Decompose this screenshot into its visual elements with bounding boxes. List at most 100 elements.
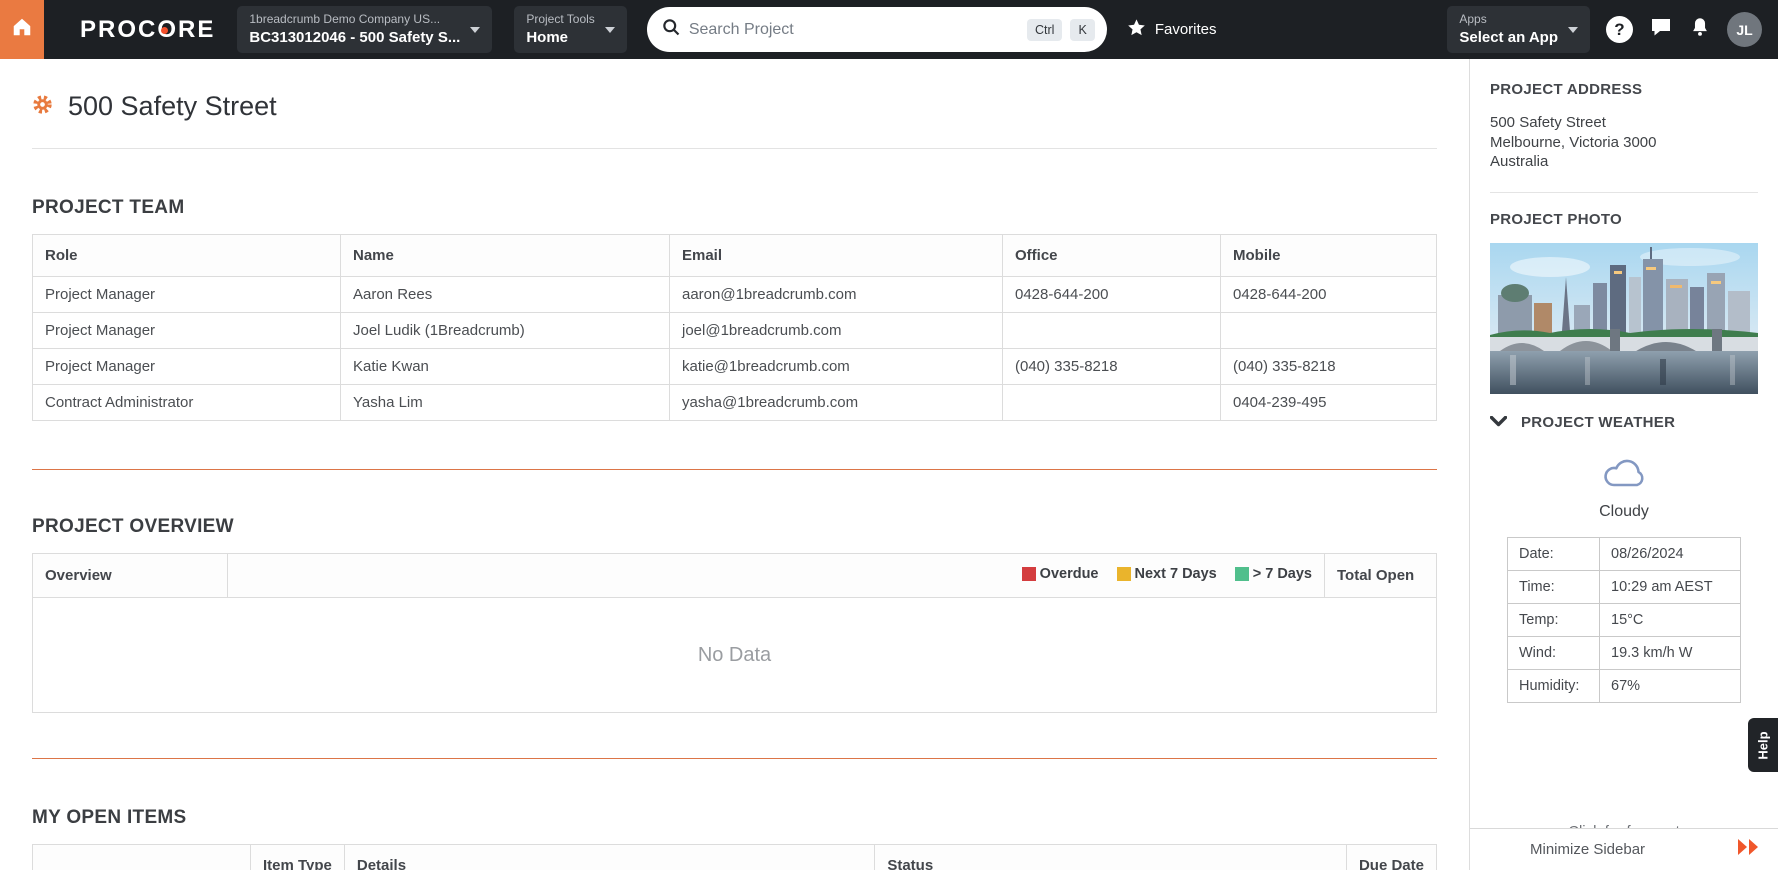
cell-name: Yasha Lim [340, 384, 670, 421]
company-name: 1breadcrumb Demo Company US... [249, 11, 441, 26]
minimize-sidebar-label: Minimize Sidebar [1530, 841, 1646, 858]
messages-button[interactable] [1649, 15, 1673, 44]
gear-icon[interactable] [32, 94, 53, 120]
main-column: 500 Safety Street PROJECT TEAM Role Name… [0, 59, 1469, 870]
search-bar: Ctrl K [646, 7, 1107, 52]
home-button[interactable] [0, 0, 44, 59]
bell-icon [1689, 16, 1711, 43]
weather-row: Time: 10:29 am AEST [1507, 569, 1741, 604]
cell-role: Project Manager [32, 276, 341, 313]
cell-email: joel@1breadcrumb.com [669, 312, 1003, 349]
cell-email: katie@1breadcrumb.com [669, 348, 1003, 385]
sidebar-divider [1490, 191, 1758, 193]
column-office: Office [1002, 234, 1221, 277]
my-open-items-heading: MY OPEN ITEMS [32, 807, 187, 828]
address-line: 500 Safety Street [1490, 114, 1606, 131]
search-icon [661, 17, 681, 42]
weather-label: Temp: [1507, 602, 1600, 637]
k-key-badge: K [1070, 18, 1095, 41]
cell-mobile: (040) 335-8218 [1220, 348, 1437, 385]
legend-item-overdue: Overdue [1021, 566, 1099, 582]
page-title-row: 500 Safety Street [32, 91, 1437, 122]
table-row: No Data [32, 597, 1437, 713]
table-row: Project Manager Aaron Rees aaron@1breadc… [32, 276, 1437, 313]
cell-name: Katie Kwan [340, 348, 670, 385]
chevron-down-icon [1568, 26, 1578, 33]
column-mobile: Mobile [1220, 234, 1437, 277]
project-photo-heading: PROJECT PHOTO [1490, 210, 1622, 228]
cell-role: Contract Administrator [32, 384, 341, 421]
column-overview: Overview [32, 553, 228, 598]
help-button[interactable]: ? [1606, 16, 1633, 43]
title-divider [32, 148, 1437, 149]
weather-label: Time: [1507, 569, 1600, 604]
tool-picker-dropdown[interactable]: Project Tools Home [514, 6, 627, 53]
chat-icon [1649, 15, 1673, 44]
ctrl-key-badge: Ctrl [1027, 18, 1063, 41]
table-row: Project Manager Joel Ludik (1Breadcrumb)… [32, 312, 1437, 349]
project-overview-heading: PROJECT OVERVIEW [32, 516, 234, 537]
address-line: Australia [1490, 153, 1549, 170]
page-title: 500 Safety Street [68, 91, 277, 121]
gt7-swatch [1234, 567, 1249, 581]
cell-name: Aaron Rees [340, 276, 670, 313]
overdue-swatch [1021, 567, 1036, 581]
project-picker-dropdown[interactable]: 1breadcrumb Demo Company US... BC3130120… [237, 6, 493, 53]
cell-mobile: 0404-239-495 [1220, 384, 1437, 421]
column-blank [32, 844, 251, 870]
tool-picker-value: Home [526, 28, 569, 46]
project-address: 500 Safety Street Melbourne, Victoria 30… [1490, 113, 1758, 172]
top-navigation-bar: PROCORE 1breadcrumb Demo Company US... B… [0, 0, 1778, 59]
status-legend: Overdue Next 7 Days > 7 Days [1021, 566, 1312, 582]
table-row: Project Manager Katie Kwan katie@1breadc… [32, 348, 1437, 385]
column-due-date: Due Date [1345, 844, 1438, 870]
weather-value: 15°C [1599, 602, 1741, 637]
legend-label: Overdue [1039, 566, 1099, 582]
help-side-tab[interactable]: Help [1748, 718, 1778, 772]
column-status: Status [874, 844, 1347, 870]
table-header-row: Overview Overdue Next 7 Days > 7 Days To… [32, 553, 1437, 598]
weather-label: Wind: [1507, 635, 1600, 670]
star-icon [1127, 18, 1146, 41]
weather-value: 10:29 am AEST [1599, 569, 1741, 604]
favorites-label: Favorites [1154, 21, 1217, 38]
apps-dropdown[interactable]: Apps Select an App [1447, 6, 1590, 53]
cell-office [1002, 312, 1221, 349]
favorites-button[interactable]: Favorites [1127, 18, 1217, 41]
project-overview-table: Overview Overdue Next 7 Days > 7 Days To… [32, 553, 1437, 713]
chevron-down-icon [604, 26, 615, 33]
project-sidebar: PROJECT ADDRESS 500 Safety Street Melbou… [1469, 59, 1778, 870]
search-input[interactable] [688, 20, 1020, 39]
weather-value: 19.3 km/h W [1599, 635, 1741, 670]
column-details: Details [343, 844, 876, 870]
notifications-button[interactable] [1689, 16, 1711, 43]
user-avatar[interactable]: JL [1727, 12, 1762, 47]
project-photo [1490, 242, 1758, 394]
project-team-table: Role Name Email Office Mobile Project Ma… [32, 234, 1437, 421]
cell-role: Project Manager [32, 312, 341, 349]
home-icon [11, 16, 33, 43]
cell-office: 0428-644-200 [1002, 276, 1221, 313]
column-role: Role [32, 234, 341, 277]
legend-label: Next 7 Days [1134, 566, 1217, 582]
weather-value: 08/26/2024 [1599, 536, 1741, 571]
project-weather-header[interactable]: PROJECT WEATHER [1489, 414, 1758, 432]
section-divider [32, 758, 1437, 759]
weather-row: Date: 08/26/2024 [1507, 536, 1741, 571]
minimize-sidebar-button[interactable]: Minimize Sidebar [1470, 828, 1778, 870]
project-name: BC313012046 - 500 Safety S... [249, 28, 461, 46]
weather-table: Date: 08/26/2024 Time: 10:29 am AEST Tem… [1507, 536, 1741, 703]
no-data-message: No Data [32, 597, 1437, 713]
cell-mobile: 0428-644-200 [1220, 276, 1437, 313]
column-name: Name [340, 234, 670, 277]
table-row: Contract Administrator Yasha Lim yasha@1… [32, 384, 1437, 421]
legend-item-next7: Next 7 Days [1116, 566, 1217, 582]
column-item-type: Item Type [249, 844, 345, 870]
my-open-items-table: Item Type Details Status Due Date [32, 844, 1438, 870]
project-address-heading: PROJECT ADDRESS [1490, 81, 1643, 98]
weather-condition-label: Cloudy [1599, 502, 1649, 520]
chevron-down-icon [1489, 414, 1508, 432]
procore-wordmark: PROCORE [80, 15, 216, 43]
weather-label: Humidity: [1507, 668, 1600, 703]
cloud-icon [1601, 458, 1647, 493]
